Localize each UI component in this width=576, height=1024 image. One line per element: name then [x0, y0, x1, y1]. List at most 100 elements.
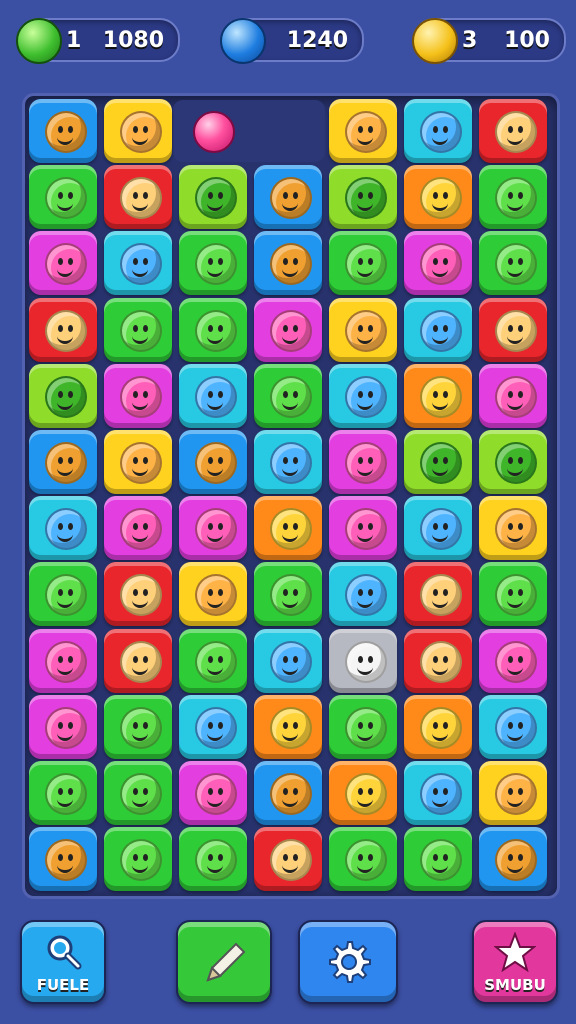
candy-tile[interactable] — [29, 827, 97, 892]
candy-tile[interactable] — [329, 827, 397, 892]
candy-tile[interactable] — [179, 694, 247, 759]
candy-tile[interactable] — [404, 694, 472, 759]
candy-tile[interactable] — [29, 430, 97, 494]
candy-face-icon — [120, 309, 162, 352]
candy-tile[interactable] — [179, 231, 247, 296]
candy-tile[interactable] — [479, 827, 547, 892]
find-button[interactable]: FUELE — [20, 920, 106, 1004]
candy-tile[interactable] — [479, 297, 547, 362]
candy-tile[interactable] — [329, 99, 397, 163]
candy-tile[interactable] — [404, 562, 472, 627]
candy-tile[interactable] — [329, 430, 397, 494]
candy-tile[interactable] — [329, 496, 397, 561]
blue-gem-score: 1240 — [286, 28, 348, 53]
candy-tile[interactable] — [329, 363, 397, 428]
candy-tile[interactable] — [179, 628, 247, 693]
settings-button[interactable] — [298, 920, 398, 1004]
candy-tile[interactable] — [104, 827, 172, 892]
candy-tile[interactable] — [104, 562, 172, 627]
candy-face-feature — [282, 399, 298, 410]
pencil-button[interactable] — [176, 920, 272, 1004]
candy-tile[interactable] — [179, 496, 247, 561]
candy-tile[interactable] — [179, 827, 247, 892]
candy-tile[interactable] — [254, 165, 322, 230]
candy-face-icon — [45, 508, 87, 551]
candy-tile[interactable] — [104, 694, 172, 759]
candy-face-feature — [443, 655, 448, 663]
candy-face-icon — [420, 243, 462, 286]
candy-tile[interactable] — [254, 761, 322, 825]
candy-face-feature — [283, 324, 288, 332]
candy-tile[interactable] — [104, 628, 172, 693]
candy-tile[interactable] — [254, 562, 322, 627]
candy-tile[interactable] — [404, 165, 472, 230]
candy-tile[interactable] — [29, 761, 97, 825]
candy-tile[interactable] — [479, 761, 547, 825]
candy-tile[interactable] — [104, 297, 172, 362]
candy-tile[interactable] — [179, 297, 247, 362]
candy-tile[interactable] — [179, 363, 247, 428]
candy-tile[interactable] — [254, 297, 322, 362]
candy-tile[interactable] — [329, 761, 397, 825]
star-icon — [494, 932, 536, 972]
candy-tile[interactable] — [404, 297, 472, 362]
candy-face-icon — [270, 574, 312, 617]
candy-tile[interactable] — [29, 562, 97, 627]
candy-tile[interactable] — [29, 496, 97, 561]
candy-tile[interactable] — [479, 430, 547, 494]
candy-tile[interactable] — [329, 165, 397, 230]
candy-tile[interactable] — [104, 99, 172, 163]
candy-tile[interactable] — [104, 430, 172, 494]
candy-tile[interactable] — [29, 231, 97, 296]
candy-tile[interactable] — [179, 430, 247, 494]
candy-tile[interactable] — [404, 761, 472, 825]
candy-face-icon — [45, 309, 87, 352]
candy-tile[interactable] — [329, 562, 397, 627]
candy-tile[interactable] — [329, 694, 397, 759]
candy-face-feature — [507, 664, 523, 675]
candy-tile[interactable] — [104, 231, 172, 296]
candy-tile[interactable] — [29, 694, 97, 759]
candy-tile[interactable] — [329, 231, 397, 296]
candy-tile[interactable] — [404, 827, 472, 892]
candy-tile[interactable] — [104, 165, 172, 230]
candy-tile[interactable] — [254, 231, 322, 296]
candy-face-feature — [433, 390, 438, 398]
candy-tile[interactable] — [479, 694, 547, 759]
candy-tile[interactable] — [329, 628, 397, 693]
candy-tile[interactable] — [404, 628, 472, 693]
candy-tile[interactable] — [479, 99, 547, 163]
candy-tile[interactable] — [404, 496, 472, 561]
candy-tile[interactable] — [29, 165, 97, 230]
pink-orb-icon[interactable] — [193, 111, 235, 153]
candy-tile[interactable] — [104, 496, 172, 561]
candy-tile[interactable] — [29, 99, 97, 163]
candy-tile[interactable] — [254, 628, 322, 693]
star-button[interactable]: SMUBU — [472, 920, 558, 1004]
candy-tile[interactable] — [29, 628, 97, 693]
candy-tile[interactable] — [254, 430, 322, 494]
candy-tile[interactable] — [404, 99, 472, 163]
candy-tile[interactable] — [404, 231, 472, 296]
candy-tile[interactable] — [104, 363, 172, 428]
candy-tile[interactable] — [254, 496, 322, 561]
candy-tile[interactable] — [254, 827, 322, 892]
candy-tile[interactable] — [179, 761, 247, 825]
candy-tile[interactable] — [179, 562, 247, 627]
candy-tile[interactable] — [479, 231, 547, 296]
candy-face-feature — [208, 523, 213, 531]
candy-tile[interactable] — [479, 165, 547, 230]
candy-tile[interactable] — [479, 562, 547, 627]
candy-tile[interactable] — [179, 165, 247, 230]
candy-tile[interactable] — [329, 297, 397, 362]
candy-tile[interactable] — [254, 694, 322, 759]
candy-tile[interactable] — [404, 430, 472, 494]
candy-tile[interactable] — [29, 297, 97, 362]
candy-tile[interactable] — [29, 363, 97, 428]
candy-tile[interactable] — [479, 496, 547, 561]
candy-tile[interactable] — [404, 363, 472, 428]
candy-tile[interactable] — [479, 628, 547, 693]
candy-tile[interactable] — [479, 363, 547, 428]
candy-tile[interactable] — [104, 761, 172, 825]
candy-tile[interactable] — [254, 363, 322, 428]
